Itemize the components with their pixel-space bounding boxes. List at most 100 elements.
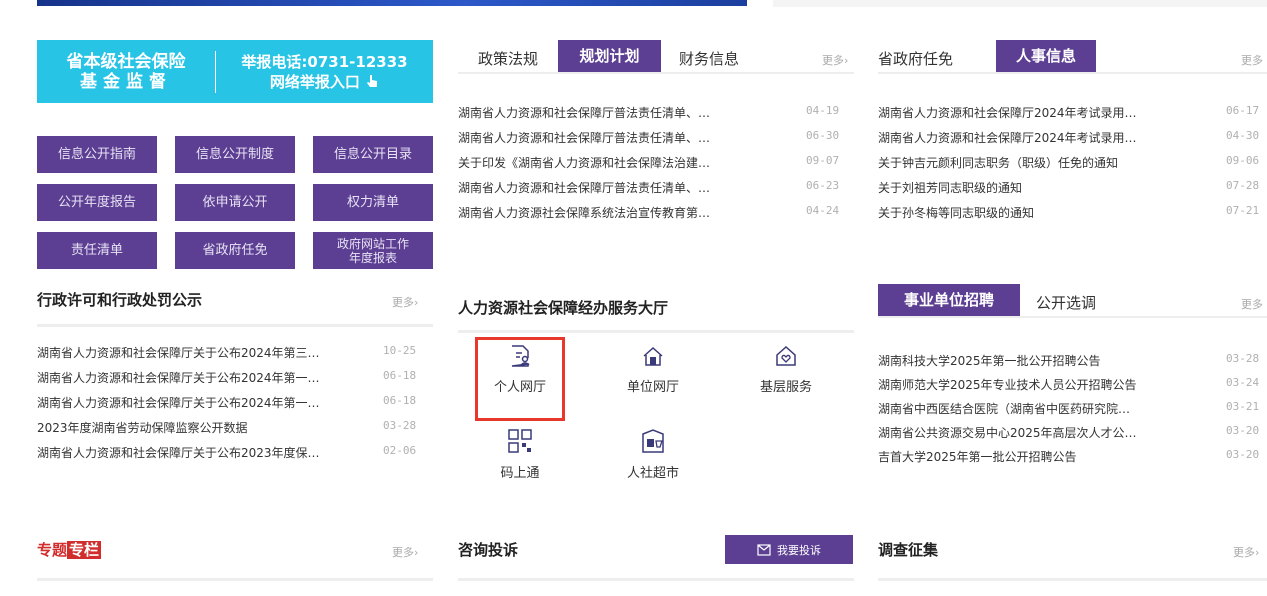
personal-hall-button[interactable]: 个人网厅 — [482, 344, 558, 395]
list-item-title[interactable]: 湖南省人力资源和社会保障厅关于公布2023年度保… — [37, 444, 379, 461]
list-item-title[interactable]: 关于刘祖芳同志职级的通知 — [878, 179, 1222, 196]
personnel-more-link[interactable]: 更多 — [1241, 52, 1263, 68]
list-item[interactable]: 湖南省人力资源社会保障系统法治宣传教育第… 04-24 — [458, 204, 854, 220]
power-list-button[interactable]: 权力清单 — [313, 184, 433, 221]
building-icon — [643, 346, 663, 366]
hrss-market-label: 人社超市 — [626, 466, 679, 481]
admin-section-title: 行政许可和行政处罚公示 — [37, 291, 203, 309]
tab-open-selection[interactable]: 公开选调 — [1036, 292, 1096, 313]
list-item-date: 10-25 — [383, 344, 417, 357]
survey-rule — [878, 578, 1267, 581]
list-item-date: 02-06 — [383, 444, 417, 457]
list-item-title[interactable]: 湖南省中西医结合医院（湖南省中医药研究院… — [878, 400, 1222, 417]
list-item[interactable]: 湖南省人力资源和社会保障厅2024年考试录用… 04-30 — [878, 129, 1267, 145]
list-item-title[interactable]: 湖南省公共资源交易中心2025年高层次人才公… — [878, 424, 1222, 441]
list-item-date: 07-28 — [1226, 179, 1260, 192]
list-item-title[interactable]: 湖南省人力资源和社会保障厅关于公布2024年第三… — [37, 344, 379, 361]
tab-planning[interactable]: 规划计划 — [558, 40, 661, 72]
grassroots-service-label: 基层服务 — [759, 380, 812, 395]
list-item-title[interactable]: 关于孙冬梅等同志职级的通知 — [878, 204, 1222, 221]
on-request-button[interactable]: 依申请公开 — [175, 184, 295, 221]
list-item[interactable]: 关于孙冬梅等同志职级的通知 07-21 — [878, 204, 1267, 220]
list-item-title[interactable]: 湖南省人力资源和社会保障厅普法责任清单、… — [458, 129, 802, 146]
recruit-more-link[interactable]: 更多 — [1241, 296, 1263, 312]
fund-title: 省本级社会保险 基金监督 — [37, 52, 215, 92]
list-item[interactable]: 湖南省人力资源和社会保障厅普法责任清单、… 06-30 — [458, 129, 854, 145]
survey-more-link[interactable]: 更多› — [1233, 544, 1259, 560]
company-hall-label: 单位网厅 — [626, 380, 679, 395]
list-item[interactable]: 2023年度湖南省劳动保障监察公开数据 03-28 — [37, 419, 433, 435]
list-item[interactable]: 湖南省人力资源和社会保障厅2024年考试录用… 06-17 — [878, 104, 1267, 120]
code-service-label: 码上通 — [500, 466, 540, 481]
policy-more-link[interactable]: 更多› — [822, 52, 848, 68]
info-catalog-button[interactable]: 信息公开目录 — [313, 136, 433, 173]
list-item-title[interactable]: 关于印发《湖南省人力资源和社会保障法治建… — [458, 154, 802, 171]
list-item-title[interactable]: 湖南科技大学2025年第一批公开招聘公告 — [878, 352, 1222, 369]
responsibility-list-button[interactable]: 责任清单 — [37, 232, 157, 269]
tab-policy-law[interactable]: 政策法规 — [478, 48, 538, 69]
list-item-title[interactable]: 湖南师范大学2025年专业技术人员公开招聘公告 — [878, 376, 1222, 393]
info-system-button[interactable]: 信息公开制度 — [175, 136, 295, 173]
complain-button[interactable]: 我要投诉 — [725, 535, 853, 564]
list-item[interactable]: 湖南科技大学2025年第一批公开招聘公告 03-28 — [878, 352, 1267, 368]
info-guide-button[interactable]: 信息公开指南 — [37, 136, 157, 173]
service-hall-title: 人力资源社会保障经办服务大厅 — [458, 299, 669, 317]
admin-more-link[interactable]: 更多› — [392, 294, 418, 310]
special-topic-title[interactable]: 专题 专栏 — [37, 539, 102, 560]
online-report-link[interactable]: 网络举报入口 — [216, 72, 433, 92]
list-item[interactable]: 关于钟吉元颜利同志职务（职级）任免的通知 09-06 — [878, 154, 1267, 170]
online-report-label: 网络举报入口 — [269, 72, 360, 91]
list-item-title[interactable]: 湖南省人力资源和社会保障厅普法责任清单、… — [458, 179, 802, 196]
list-item[interactable]: 吉首大学2025年第一批公开招聘公告 03-20 — [878, 448, 1267, 464]
fund-supervision-banner[interactable]: 省本级社会保险 基金监督 举报电话:0731-12333 网络举报入口 — [37, 40, 433, 103]
report-hotline: 举报电话:0731-12333 — [241, 52, 408, 71]
list-item-title[interactable]: 关于钟吉元颜利同志职务（职级）任免的通知 — [878, 154, 1222, 171]
list-item[interactable]: 湖南省人力资源和社会保障厅普法责任清单、… 06-23 — [458, 179, 854, 195]
list-item-title[interactable]: 湖南省人力资源和社会保障厅关于公布2024年第一… — [37, 369, 379, 386]
list-item[interactable]: 湖南省人力资源和社会保障厅关于公布2024年第三… 10-25 — [37, 344, 433, 360]
consult-title: 咨询投诉 — [458, 541, 519, 559]
list-item-title[interactable]: 吉首大学2025年第一批公开招聘公告 — [878, 448, 1222, 465]
list-item[interactable]: 湖南省人力资源和社会保障厅普法责任清单、… 04-19 — [458, 104, 854, 120]
list-item[interactable]: 湖南师范大学2025年专业技术人员公开招聘公告 03-24 — [878, 376, 1267, 392]
list-item[interactable]: 关于印发《湖南省人力资源和社会保障法治建… 09-07 — [458, 154, 854, 170]
personnel-rule — [878, 72, 1267, 74]
special-more-link[interactable]: 更多› — [392, 544, 418, 560]
list-item-title[interactable]: 湖南省人力资源和社会保障厅2024年考试录用… — [878, 104, 1222, 121]
tab-gov-appointments[interactable]: 省政府任免 — [878, 48, 953, 69]
hrss-market-button[interactable]: 人社超市 — [615, 428, 691, 481]
company-hall-button[interactable]: 单位网厅 — [615, 344, 691, 395]
tab-personnel-info[interactable]: 人事信息 — [996, 40, 1096, 72]
tab-institution-recruit[interactable]: 事业单位招聘 — [878, 284, 1020, 316]
top-banner-image[interactable] — [37, 0, 747, 6]
list-item-title[interactable]: 湖南省人力资源和社会保障厅普法责任清单、… — [458, 104, 802, 121]
list-item-date: 04-19 — [806, 104, 840, 117]
website-report-button[interactable]: 政府网站工作 年度报表 — [313, 232, 433, 269]
list-item[interactable]: 湖南省公共资源交易中心2025年高层次人才公… 03-20 — [878, 424, 1267, 440]
annual-report-button[interactable]: 公开年度报告 — [37, 184, 157, 221]
list-item-date: 03-24 — [1226, 376, 1260, 389]
special-topic-label-a: 专题 — [37, 541, 68, 559]
pointing-hand-icon — [367, 74, 378, 87]
list-item-title[interactable]: 湖南省人力资源和社会保障厅2024年考试录用… — [878, 129, 1222, 146]
grassroots-service-button[interactable]: 基层服务 — [748, 344, 824, 395]
list-item[interactable]: 湖南省人力资源和社会保障厅关于公布2023年度保… 02-06 — [37, 444, 433, 460]
list-item[interactable]: 关于刘祖芳同志职级的通知 07-28 — [878, 179, 1267, 195]
special-rule — [37, 578, 433, 581]
code-service-button[interactable]: 码上通 — [482, 428, 558, 481]
list-item-date: 06-30 — [806, 129, 840, 142]
list-item-date: 04-24 — [806, 204, 840, 217]
list-item-title[interactable]: 2023年度湖南省劳动保障监察公开数据 — [37, 419, 379, 436]
list-item[interactable]: 湖南省中西医结合医院（湖南省中医药研究院… 03-21 — [878, 400, 1267, 416]
list-item-title[interactable]: 湖南省人力资源社会保障系统法治宣传教育第… — [458, 204, 802, 221]
list-item[interactable]: 湖南省人力资源和社会保障厅关于公布2024年第一… 06-18 — [37, 394, 433, 410]
list-item-date: 03-28 — [1226, 352, 1260, 365]
top-right-strip — [773, 0, 1267, 7]
list-item-date: 09-07 — [806, 154, 840, 167]
list-item-date: 03-20 — [1226, 424, 1260, 437]
tab-finance[interactable]: 财务信息 — [679, 48, 739, 69]
list-item-date: 06-18 — [383, 369, 417, 382]
list-item[interactable]: 湖南省人力资源和社会保障厅关于公布2024年第一… 06-18 — [37, 369, 433, 385]
gov-appointments-button[interactable]: 省政府任免 — [175, 232, 295, 269]
list-item-title[interactable]: 湖南省人力资源和社会保障厅关于公布2024年第一… — [37, 394, 379, 411]
